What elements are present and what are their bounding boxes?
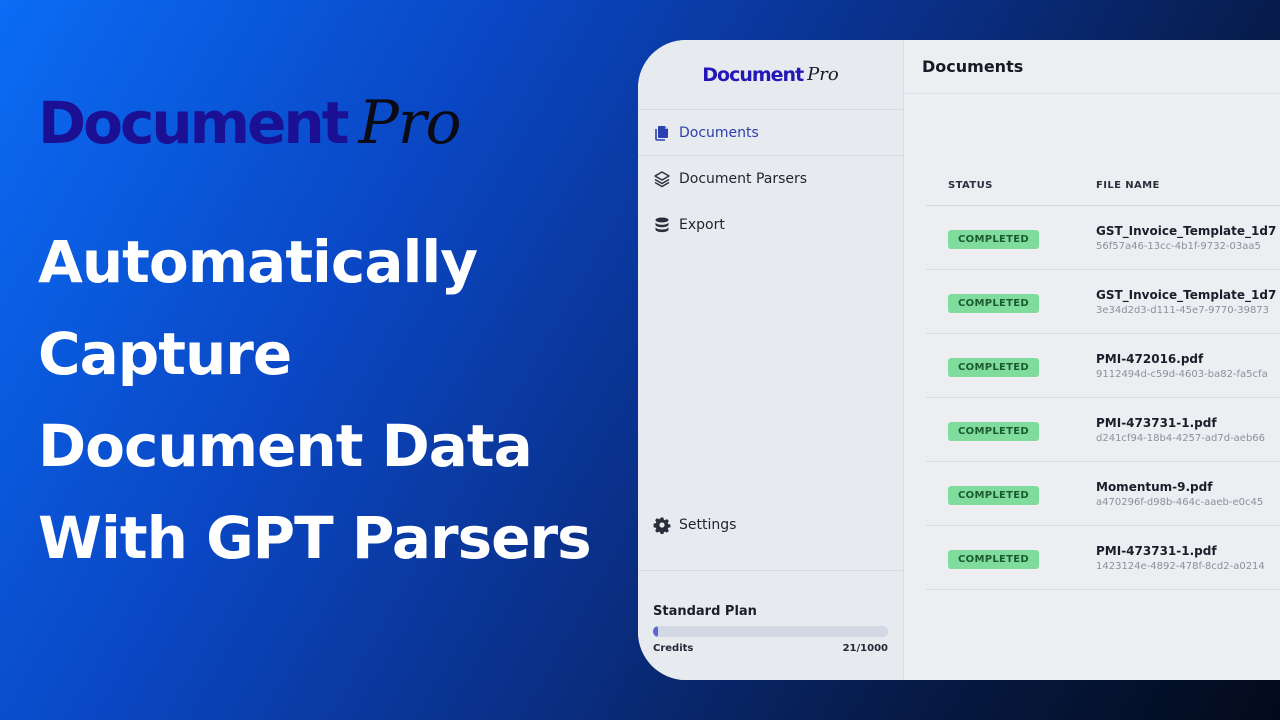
hero-logo: Document Pro — [38, 88, 462, 158]
headline-line: Document Data — [38, 412, 533, 480]
column-header-status[interactable]: STATUS — [926, 180, 1096, 191]
table-row[interactable]: COMPLETED PMI-472016.pdf 9112494d-c59d-460… — [926, 334, 1280, 398]
table-row[interactable]: COMPLETED Momentum-9.pdf a470296f-d98b-464… — [926, 462, 1280, 526]
status-badge: COMPLETED — [948, 421, 1039, 441]
file-cell: GST_Invoice_Template_1d7 56f57a46-13cc-4b… — [1096, 224, 1280, 252]
sidebar: Document Pro Documents Document Parsers … — [638, 40, 904, 680]
hero-logo-pro: Pro — [358, 88, 461, 158]
app-window: Document Pro Documents Document Parsers … — [638, 40, 1280, 680]
documents-table: STATUS FILE NAME COMPLETED GST_Invoice_Te… — [926, 166, 1280, 590]
credits-value: 21/1000 — [842, 643, 888, 654]
sidebar-logo-pro: Pro — [807, 64, 839, 85]
page-title: Documents — [904, 40, 1280, 94]
table-row[interactable]: COMPLETED GST_Invoice_Template_1d7 56f57a4… — [926, 206, 1280, 270]
sidebar-item-label: Export — [679, 217, 725, 233]
file-id: 3e34d2d3-d111-45e7-9770-39873 — [1096, 304, 1270, 316]
sidebar-logo[interactable]: Document Pro — [638, 40, 903, 110]
sidebar-item-document-parsers[interactable]: Document Parsers — [638, 156, 903, 202]
status-cell: COMPLETED — [926, 547, 1096, 569]
file-id: 9112494d-c59d-4603-ba82-fa5cfa — [1096, 368, 1268, 380]
file-name[interactable]: GST_Invoice_Template_1d7 — [1096, 288, 1280, 302]
headline-line: With GPT Parsers — [38, 504, 592, 572]
status-cell: COMPLETED — [926, 227, 1096, 249]
status-badge: COMPLETED — [948, 549, 1039, 569]
file-name[interactable]: Momentum-9.pdf — [1096, 480, 1280, 494]
file-name[interactable]: PMI-473731-1.pdf — [1096, 544, 1280, 558]
credits-label: Credits — [653, 643, 694, 654]
sidebar-logo-word: Document — [702, 63, 804, 86]
table-row[interactable]: COMPLETED PMI-473731-1.pdf 1423124e-4892-4… — [926, 526, 1280, 590]
plan-panel: Standard Plan Credits 21/1000 — [638, 570, 903, 680]
sidebar-item-label: Settings — [679, 517, 737, 533]
table-row[interactable]: COMPLETED GST_Invoice_Template_1d7 3e34d2d… — [926, 270, 1280, 334]
status-cell: COMPLETED — [926, 291, 1096, 313]
file-id: 56f57a46-13cc-4b1f-9732-03aa5 — [1096, 240, 1261, 252]
gear-icon — [653, 516, 671, 534]
file-id: a470296f-d98b-464c-aaeb-e0c45 — [1096, 496, 1264, 508]
documents-icon — [653, 124, 671, 142]
credits-progress-fill — [653, 626, 658, 637]
status-cell: COMPLETED — [926, 483, 1096, 505]
table-row[interactable]: COMPLETED PMI-473731-1.pdf d241cf94-18b4-4… — [926, 398, 1280, 462]
credits-progress-bar — [653, 626, 888, 637]
sidebar-item-export[interactable]: Export — [638, 202, 903, 248]
file-id: 1423124e-4892-478f-8cd2-a0214 — [1096, 560, 1265, 572]
table-body: COMPLETED GST_Invoice_Template_1d7 56f57a4… — [926, 206, 1280, 590]
database-icon — [653, 216, 671, 234]
file-cell: PMI-472016.pdf 9112494d-c59d-4603-ba82-fa… — [1096, 352, 1280, 380]
sidebar-item-settings[interactable]: Settings — [638, 502, 903, 548]
file-cell: PMI-473731-1.pdf d241cf94-18b4-4257-ad7d-… — [1096, 416, 1280, 444]
hero-headline: Automatically Capture Document Data With… — [38, 216, 638, 584]
file-name[interactable]: PMI-472016.pdf — [1096, 352, 1280, 366]
main-content: Documents STATUS FILE NAME COMPLETED GST_… — [904, 40, 1280, 680]
file-cell: Momentum-9.pdf a470296f-d98b-464c-aaeb-e0… — [1096, 480, 1280, 508]
plan-title: Standard Plan — [653, 604, 757, 619]
hero-logo-word: Document — [38, 89, 349, 157]
status-badge: COMPLETED — [948, 229, 1039, 249]
status-badge: COMPLETED — [948, 357, 1039, 377]
status-cell: COMPLETED — [926, 419, 1096, 441]
headline-line: Capture — [38, 320, 292, 388]
column-header-file-name[interactable]: FILE NAME — [1096, 180, 1280, 191]
sidebar-item-label: Documents — [679, 124, 759, 141]
status-badge: COMPLETED — [948, 485, 1039, 505]
table-header: STATUS FILE NAME — [926, 166, 1280, 206]
sidebar-item-documents[interactable]: Documents — [638, 110, 903, 156]
layers-icon — [653, 170, 671, 188]
file-name[interactable]: PMI-473731-1.pdf — [1096, 416, 1280, 430]
headline-line: Automatically — [38, 228, 478, 296]
status-cell: COMPLETED — [926, 355, 1096, 377]
file-cell: PMI-473731-1.pdf 1423124e-4892-478f-8cd2-… — [1096, 544, 1280, 572]
sidebar-item-label: Document Parsers — [679, 171, 808, 187]
credits-row: Credits 21/1000 — [653, 643, 888, 654]
file-id: d241cf94-18b4-4257-ad7d-aeb66 — [1096, 432, 1266, 444]
file-name[interactable]: GST_Invoice_Template_1d7 — [1096, 224, 1280, 238]
status-badge: COMPLETED — [948, 293, 1039, 313]
file-cell: GST_Invoice_Template_1d7 3e34d2d3-d111-45… — [1096, 288, 1280, 316]
